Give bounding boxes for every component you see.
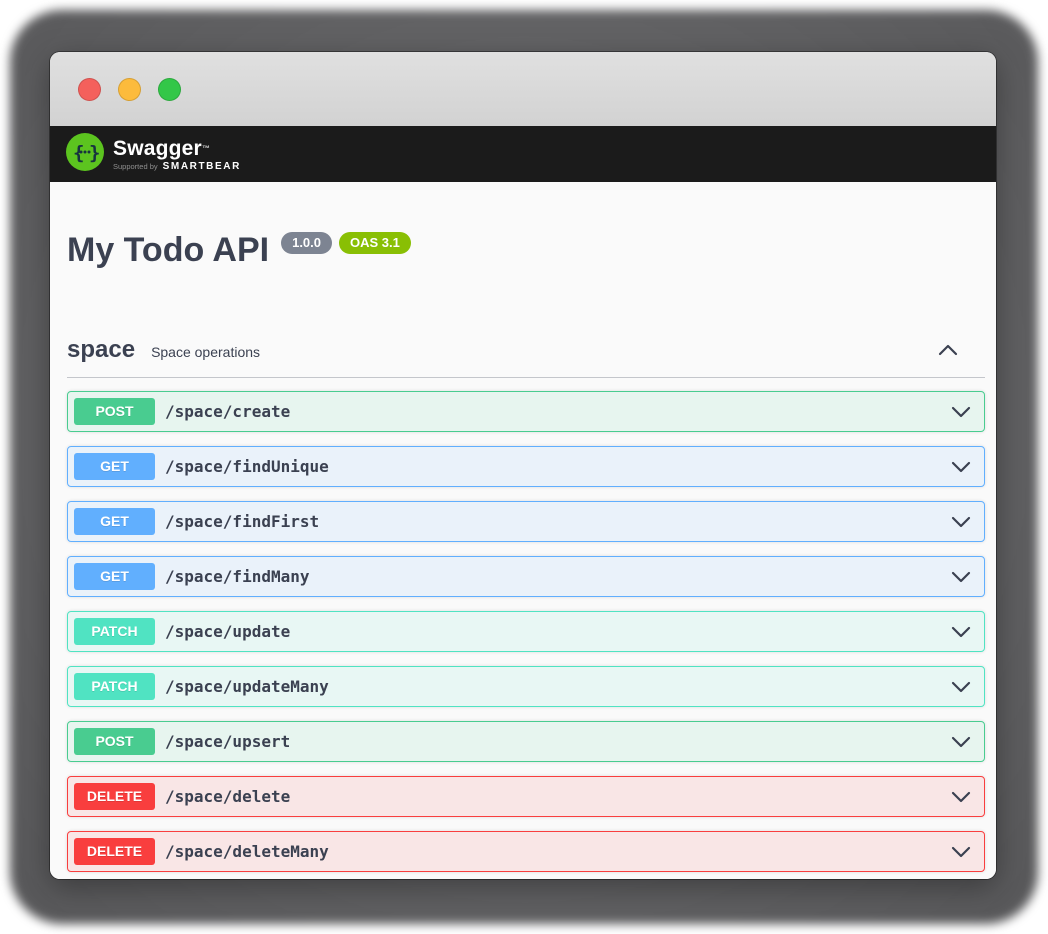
api-title-row: My Todo API 1.0.0 OAS 3.1 [67,230,985,270]
operation-path: /space/upsert [165,732,290,751]
method-badge: POST [74,398,155,425]
operation-row[interactable]: PATCH /space/update [67,611,985,652]
smartbear-label: SMARTBEAR [163,161,241,172]
supported-by-label: Supported by [113,162,158,171]
method-badge: GET [74,453,155,480]
tag-section-header[interactable]: space Space operations [67,336,985,378]
method-badge: PATCH [74,673,155,700]
titlebar [50,52,996,126]
chevron-down-icon[interactable] [950,460,972,474]
supported-by-line: Supported by SMARTBEAR [113,161,241,172]
chevron-down-icon[interactable] [950,845,972,859]
svg-text:{: { [73,142,84,164]
method-badge: POST [74,728,155,755]
method-badge: GET [74,508,155,535]
chevron-down-icon[interactable] [950,625,972,639]
page-title: My Todo API [67,230,269,270]
operation-row[interactable]: POST /space/create [67,391,985,432]
version-badge: 1.0.0 [281,232,332,254]
method-badge: GET [74,563,155,590]
oas-badge: OAS 3.1 [339,232,411,254]
swagger-wordmark: Swagger™ Supported by SMARTBEAR [113,137,241,172]
operations-list: POST /space/create GET /space/findUnique… [67,391,985,872]
operation-row[interactable]: DELETE /space/deleteMany [67,831,985,872]
method-badge: DELETE [74,838,155,865]
tag-description: Space operations [151,344,260,360]
trademark: ™ [202,144,210,153]
brand-name: Swagger™ [113,137,241,160]
chevron-down-icon[interactable] [950,680,972,694]
operation-row[interactable]: GET /space/findUnique [67,446,985,487]
chevron-down-icon[interactable] [950,515,972,529]
operation-row[interactable]: DELETE /space/delete [67,776,985,817]
operation-path: /space/findFirst [165,512,319,531]
minimize-button[interactable] [118,78,141,101]
chevron-up-icon[interactable] [937,343,959,357]
operation-path: /space/deleteMany [165,842,329,861]
chevron-down-icon[interactable] [950,570,972,584]
method-badge: DELETE [74,783,155,810]
operation-row[interactable]: PATCH /space/updateMany [67,666,985,707]
svg-text:}: } [89,142,100,164]
chevron-down-icon[interactable] [950,405,972,419]
operation-row[interactable]: GET /space/findFirst [67,501,985,542]
operation-path: /space/delete [165,787,290,806]
swagger-braces-icon: { } [66,133,104,176]
chevron-down-icon[interactable] [950,790,972,804]
operation-path: /space/update [165,622,290,641]
close-button[interactable] [78,78,101,101]
main-content: My Todo API 1.0.0 OAS 3.1 space Space op… [50,182,996,879]
operation-path: /space/findMany [165,567,310,586]
title-badges: 1.0.0 OAS 3.1 [281,232,411,254]
operation-path: /space/updateMany [165,677,329,696]
operation-row[interactable]: POST /space/upsert [67,721,985,762]
swagger-topbar: { } Swagger™ Supported by SMARTBEAR [50,126,996,182]
operation-path: /space/create [165,402,290,421]
tag-name: space [67,336,135,364]
method-badge: PATCH [74,618,155,645]
swagger-logo: { } Swagger™ Supported by SMARTBEAR [66,133,241,176]
operation-path: /space/findUnique [165,457,329,476]
zoom-button[interactable] [158,78,181,101]
operation-row[interactable]: GET /space/findMany [67,556,985,597]
app-window: { } Swagger™ Supported by SMARTBEAR My T… [50,52,996,879]
chevron-down-icon[interactable] [950,735,972,749]
